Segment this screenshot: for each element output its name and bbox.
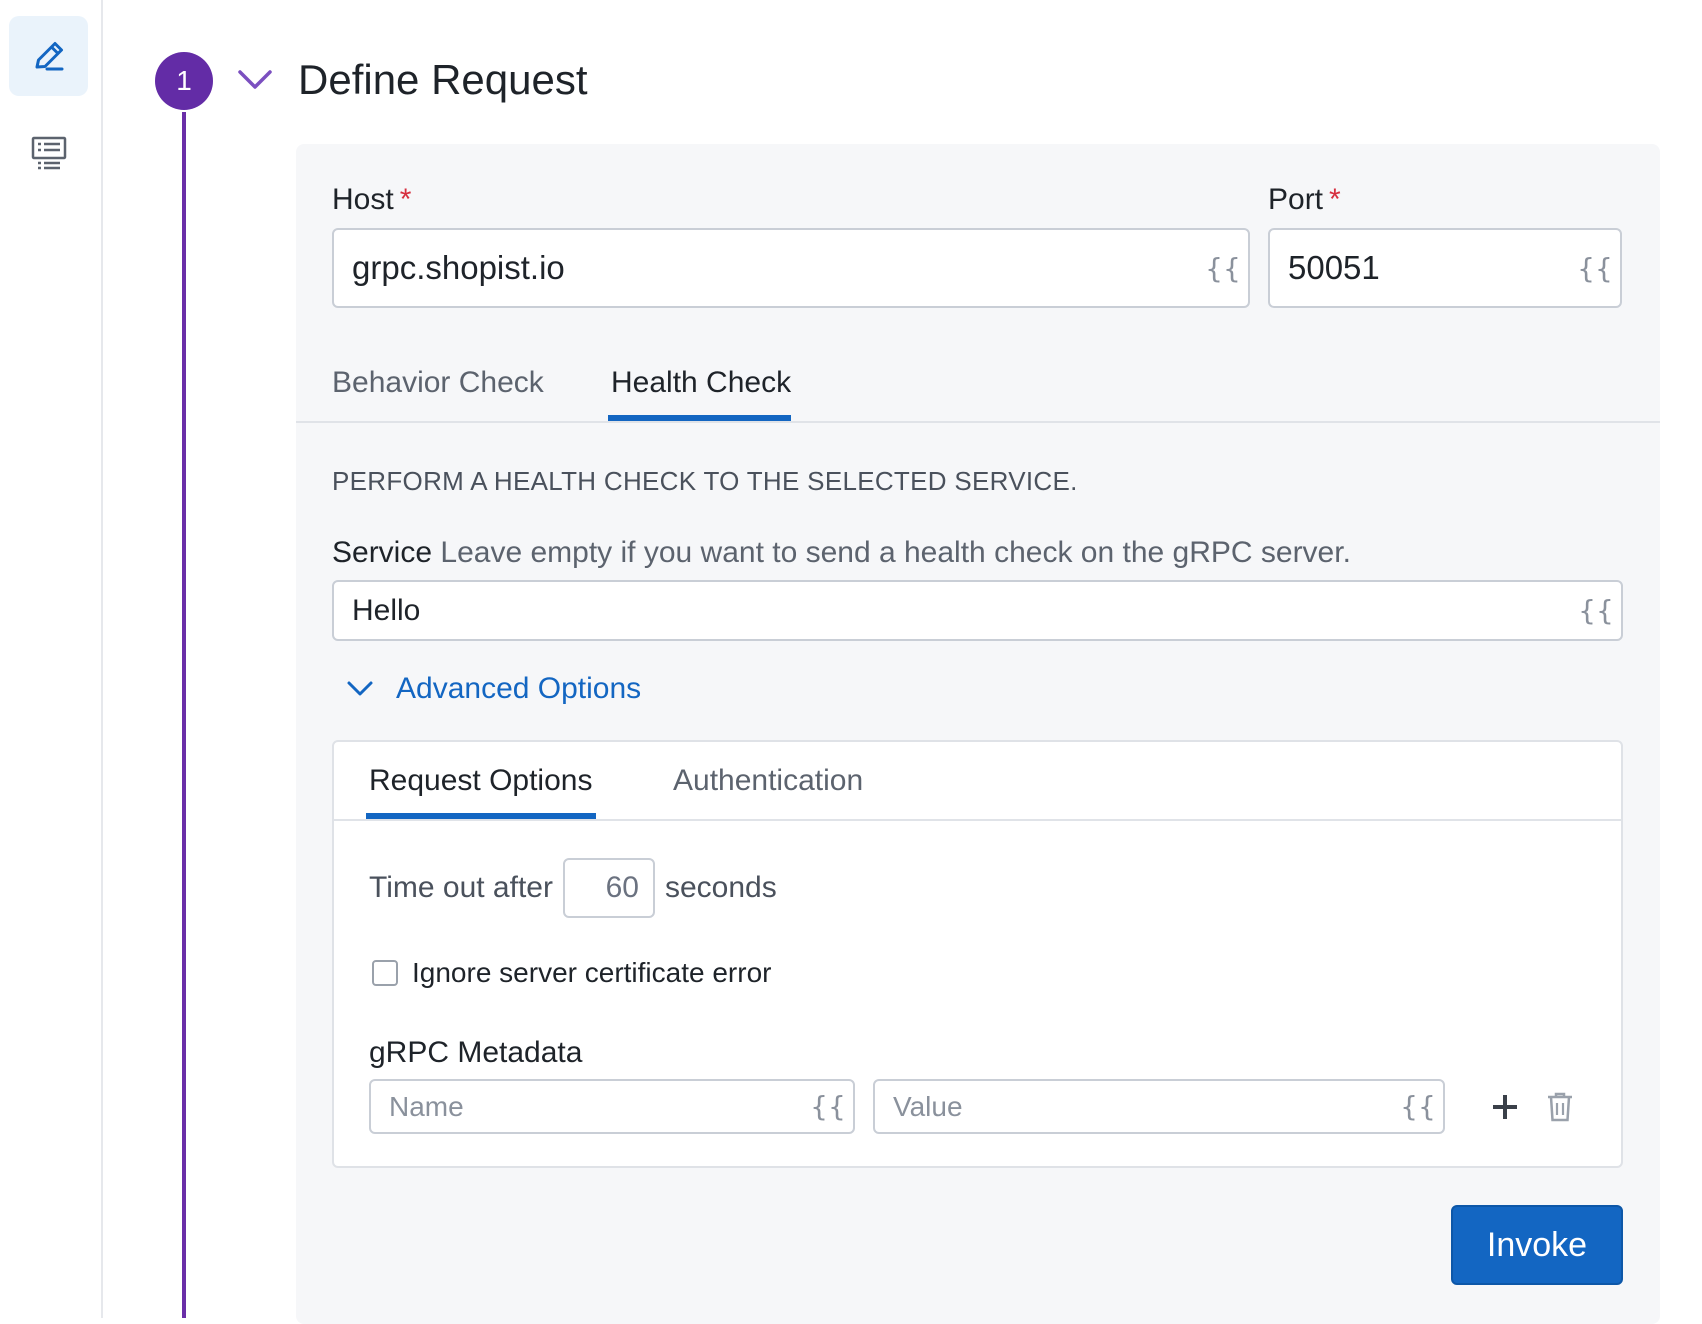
metadata-name-field[interactable]: Name {{ [369,1079,855,1134]
step-connector-line [182,112,186,1318]
timeout-prefix: Time out after [369,871,553,904]
service-label: Service Leave empty if you want to send … [332,536,1351,570]
ignore-cert-label[interactable]: Ignore server certificate error [412,957,771,989]
timeout-input[interactable]: 60 [562,858,655,918]
variable-icon[interactable]: {{ [1570,252,1620,285]
service-field[interactable]: Hello {{ [332,580,1623,641]
edit-mode-button[interactable] [9,16,88,96]
advanced-options-toggle[interactable]: Advanced Options [346,672,641,706]
delete-metadata-button[interactable] [1543,1089,1577,1125]
tab-request-options[interactable]: Request Options [369,764,592,798]
required-mark: * [1329,183,1341,216]
host-field[interactable]: grpc.shopist.io {{ [332,228,1250,308]
host-label-text: Host [332,183,394,216]
tab-health-check[interactable]: Health Check [611,366,791,400]
chevron-down-icon[interactable] [236,66,274,94]
list-view-button[interactable] [9,113,88,193]
variable-icon[interactable]: {{ [803,1090,853,1123]
metadata-name-placeholder[interactable]: Name [371,1091,803,1123]
metadata-value-placeholder[interactable]: Value [875,1091,1393,1123]
port-field[interactable]: 50051 {{ [1268,228,1622,308]
left-rail [0,0,103,1318]
variable-icon[interactable]: {{ [1571,594,1621,627]
port-input-value[interactable]: 50051 [1270,249,1570,287]
required-mark: * [399,183,412,216]
advanced-options-label: Advanced Options [396,672,642,705]
advanced-tabs-divider [334,819,1621,821]
service-label-text: Service [332,536,433,569]
chevron-down-icon [347,681,373,696]
metadata-value-field[interactable]: Value {{ [873,1079,1445,1134]
ignore-cert-row: Ignore server certificate error [372,957,771,989]
step-title: Define Request [298,56,588,103]
tab-authentication[interactable]: Authentication [673,764,863,798]
variable-icon[interactable]: {{ [1198,252,1248,285]
port-label-text: Port [1268,183,1324,216]
add-metadata-button[interactable] [1488,1090,1522,1124]
service-hint: Leave empty if you want to send a health… [440,536,1351,569]
timeout-suffix: seconds [664,871,777,904]
step-number-badge: 1 [155,52,213,110]
timeout-row: Time out after 60 seconds [369,858,777,918]
host-input-value[interactable]: grpc.shopist.io [334,249,1198,287]
invoke-button[interactable]: Invoke [1451,1205,1623,1285]
variable-icon[interactable]: {{ [1393,1090,1443,1123]
host-label: Host * [332,183,411,217]
port-label: Port * [1268,183,1341,217]
plus-icon [1493,1095,1517,1119]
trash-icon [1548,1092,1572,1122]
ignore-cert-checkbox[interactable] [372,960,398,986]
health-check-description: PERFORM A HEALTH CHECK TO THE SELECTED S… [332,466,1078,496]
list-view-icon [31,136,66,170]
service-input-value[interactable]: Hello [334,594,1571,628]
grpc-metadata-label: gRPC Metadata [369,1036,583,1069]
tabs-divider [296,421,1660,423]
pencil-icon [35,42,63,71]
tab-behavior-check[interactable]: Behavior Check [332,366,544,400]
